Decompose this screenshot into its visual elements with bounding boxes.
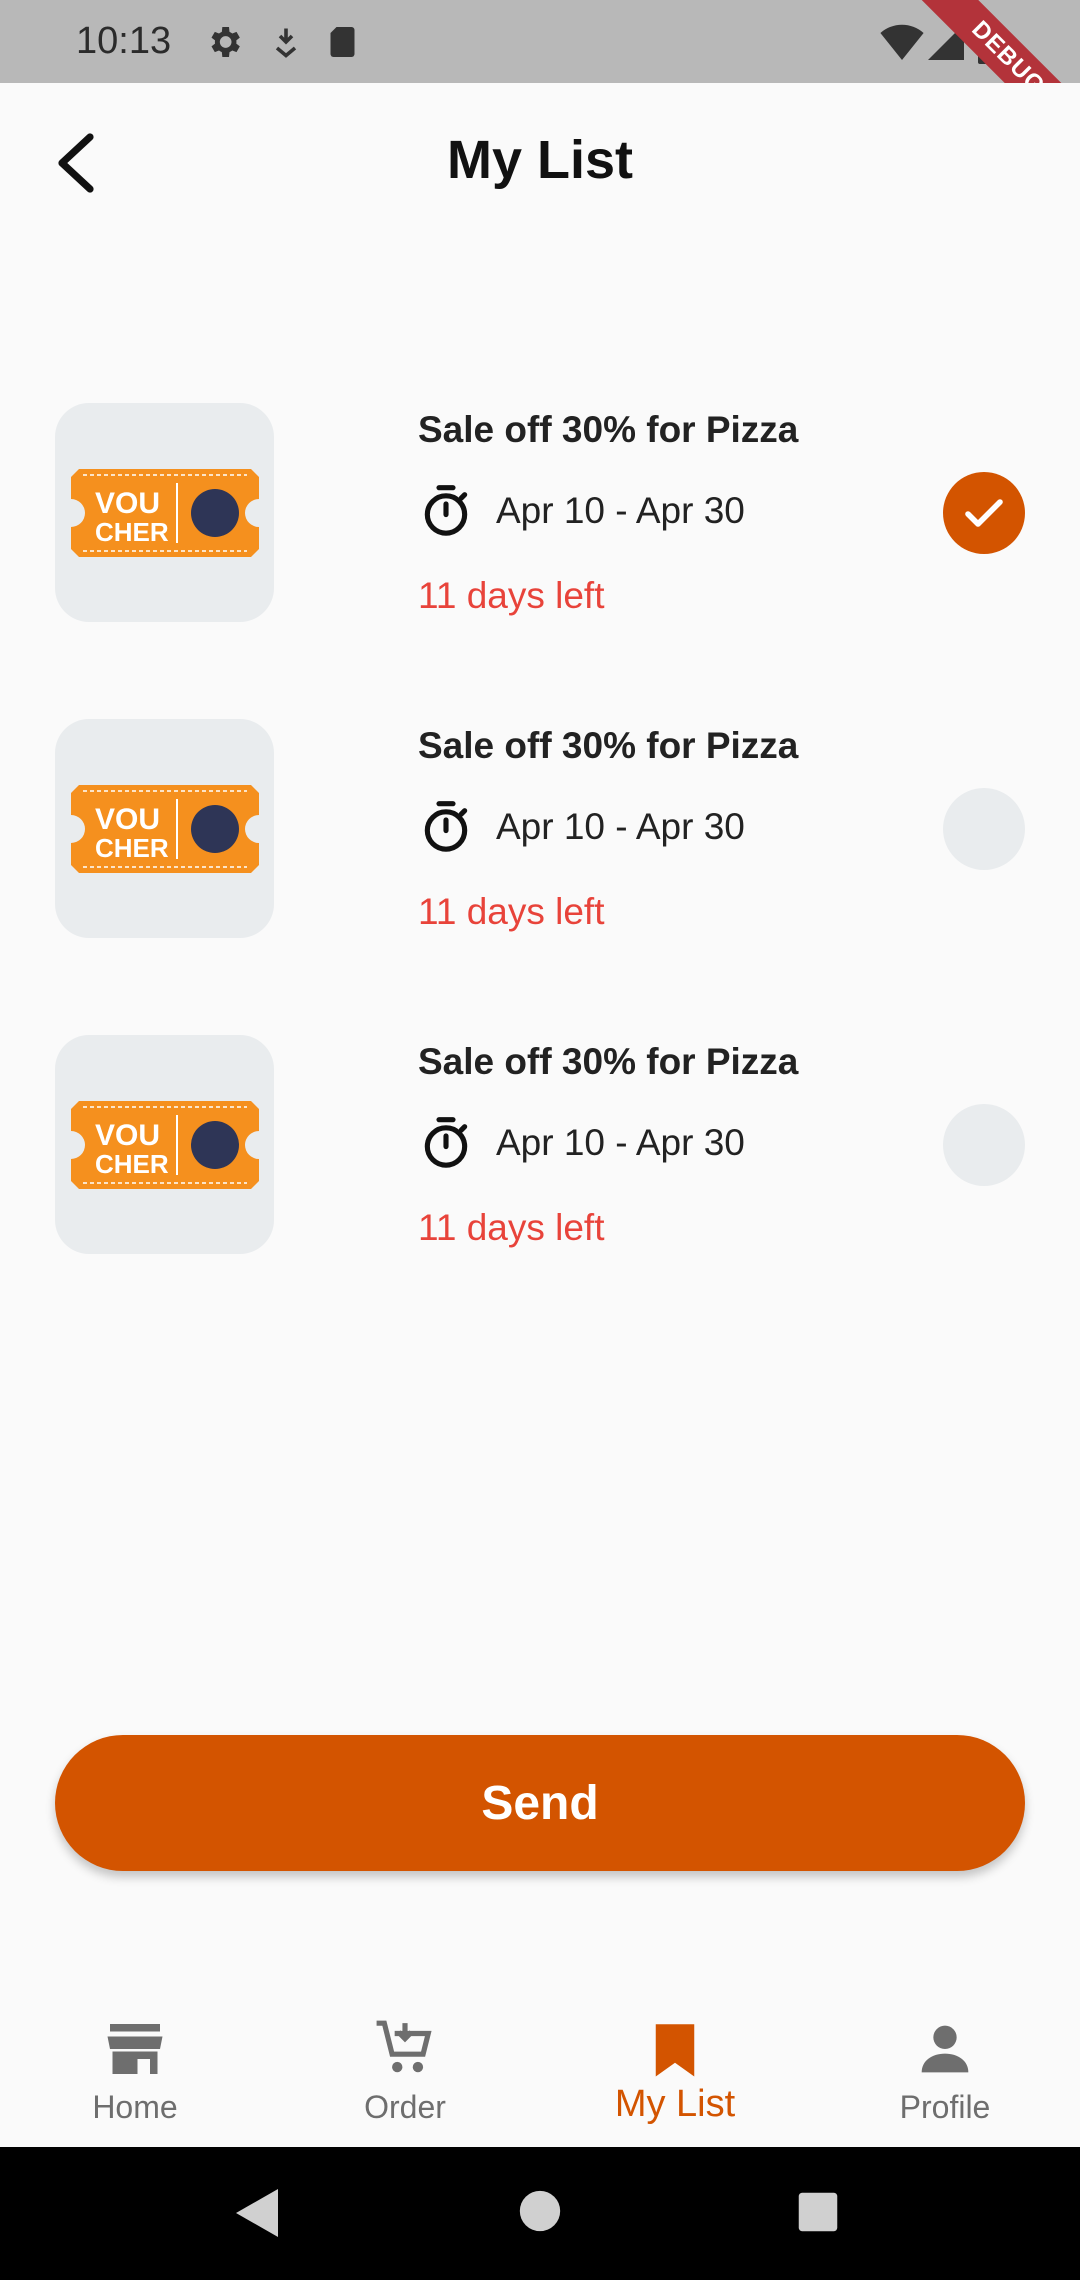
voucher-item[interactable]: VOU CHER Sale off 30% for Pizza Apr 10 -…	[0, 403, 1080, 623]
nav-label: Home	[92, 2089, 178, 2125]
timer-icon	[424, 801, 468, 852]
voucher-word-2: CHER	[95, 833, 169, 863]
voucher-ticket-icon: VOU CHER	[70, 1100, 259, 1189]
voucher-date-row: Apr 10 - Apr 30	[418, 1113, 745, 1173]
bottom-nav: Home Order My List Profile	[0, 1985, 1080, 2147]
voucher-word-1: VOU	[95, 1119, 160, 1152]
status-time: 10:13	[76, 20, 172, 62]
voucher-word-1: VOU	[95, 487, 160, 520]
select-checkbox[interactable]	[943, 788, 1025, 870]
nav-label: My List	[614, 2083, 736, 2125]
app-bar: My List	[0, 83, 1080, 243]
download-icon	[268, 22, 304, 67]
voucher-thumbnail: VOU CHER	[55, 719, 274, 938]
system-recents-icon[interactable]	[797, 2191, 839, 2238]
check-icon	[965, 499, 1003, 527]
nav-label: Order	[364, 2089, 446, 2125]
voucher-title: Sale off 30% for Pizza	[418, 409, 799, 450]
voucher-ticket-icon: VOU CHER	[70, 468, 259, 557]
bookmark-icon	[655, 2024, 695, 2077]
timer-icon	[424, 1117, 468, 1168]
settings-icon	[204, 22, 244, 67]
nav-item-order[interactable]: Order	[270, 1985, 540, 2147]
system-back-icon[interactable]	[234, 2187, 282, 2244]
voucher-word-2: CHER	[95, 1149, 169, 1179]
voucher-date-range: Apr 10 - Apr 30	[496, 806, 745, 847]
select-checkbox[interactable]	[943, 472, 1025, 554]
voucher-ticket-icon: VOU CHER	[70, 784, 259, 873]
nav-item-home[interactable]: Home	[0, 1985, 270, 2147]
voucher-word-2: CHER	[95, 517, 169, 547]
status-bar: 10:13 DEBUG	[0, 0, 1080, 83]
voucher-thumbnail: VOU CHER	[55, 1035, 274, 1254]
voucher-item[interactable]: VOU CHER Sale off 30% for Pizza Apr 10 -…	[0, 1035, 1080, 1255]
voucher-title: Sale off 30% for Pizza	[418, 725, 799, 766]
page-title: My List	[446, 130, 634, 190]
system-home-icon[interactable]	[518, 2189, 562, 2238]
cart-icon	[376, 2020, 432, 2073]
voucher-date-range: Apr 10 - Apr 30	[496, 1122, 745, 1163]
voucher-days-left: 11 days left	[418, 1207, 605, 1248]
nav-item-my-list[interactable]: My List	[540, 1985, 810, 2147]
voucher-days-left: 11 days left	[418, 575, 605, 616]
voucher-thumbnail: VOU CHER	[55, 403, 274, 622]
voucher-date-range: Apr 10 - Apr 30	[496, 490, 745, 531]
voucher-title: Sale off 30% for Pizza	[418, 1041, 799, 1082]
nav-item-profile[interactable]: Profile	[810, 1985, 1080, 2147]
voucher-date-row: Apr 10 - Apr 30	[418, 481, 745, 541]
voucher-date-row: Apr 10 - Apr 30	[418, 797, 745, 857]
select-checkbox[interactable]	[943, 1104, 1025, 1186]
nav-label: Profile	[899, 2089, 991, 2125]
send-button[interactable]: Send	[55, 1735, 1025, 1871]
timer-icon	[424, 485, 468, 536]
wifi-icon	[880, 24, 924, 65]
voucher-days-left: 11 days left	[418, 891, 605, 932]
sd-card-icon	[326, 22, 362, 67]
voucher-word-1: VOU	[95, 803, 160, 836]
system-nav-bar	[0, 2147, 1080, 2280]
store-icon	[107, 2024, 163, 2074]
voucher-item[interactable]: VOU CHER Sale off 30% for Pizza Apr 10 -…	[0, 719, 1080, 939]
person-icon	[921, 2025, 969, 2073]
